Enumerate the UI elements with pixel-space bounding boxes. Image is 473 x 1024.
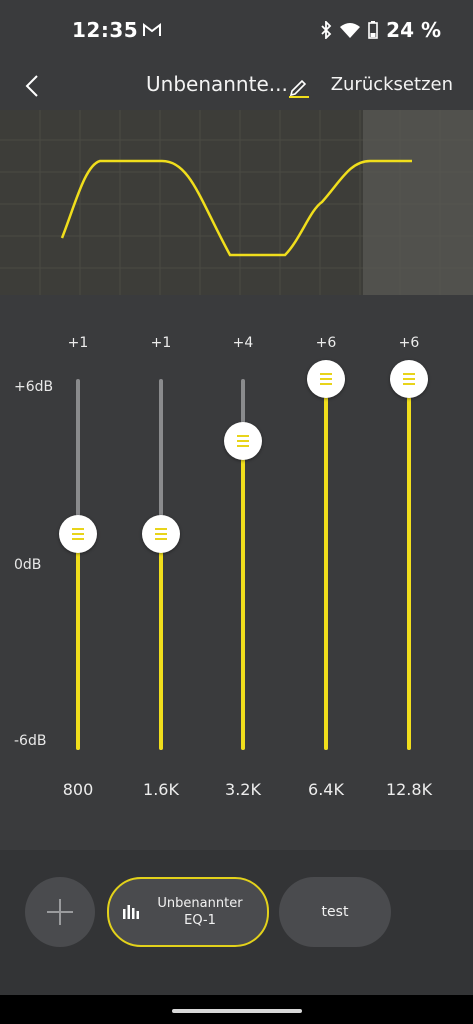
bluetooth-icon [321, 21, 332, 39]
preset-bar: Unbenannter EQ-1 test [0, 850, 473, 995]
eq-curve-graph [0, 110, 473, 295]
equalizer-bars-icon [123, 905, 139, 919]
band-gain-label: +1 [67, 335, 89, 351]
band-frequency-label: 800 [62, 780, 94, 799]
band-frequency-label: 12.8K [385, 780, 433, 799]
status-icons: 24 % [320, 18, 441, 42]
plus-icon [47, 899, 73, 925]
eq-curve-preview [0, 110, 473, 295]
db-label-bottom: -6dB [14, 733, 47, 749]
band-gain-label: +6 [398, 335, 420, 351]
band-gain-label: +4 [232, 335, 254, 351]
preset-active-label: Unbenannter EQ-1 [143, 895, 267, 929]
system-nav-bar [0, 995, 473, 1024]
band-gain-label: +6 [315, 335, 337, 351]
preset-active-line2: EQ-1 [184, 913, 216, 928]
band-slider-fill [76, 533, 80, 750]
status-time: 12:35 [72, 18, 139, 42]
band-frequency-label: 3.2K [225, 780, 261, 799]
db-label-middle: 0dB [14, 557, 42, 573]
band-frequency-label: 6.4K [308, 780, 344, 799]
preset-chip-active[interactable]: Unbenannter EQ-1 [107, 877, 269, 947]
band-frequency-label: 1.6K [143, 780, 179, 799]
band-slider-fill [407, 379, 411, 750]
band-slider-knob[interactable] [224, 421, 262, 460]
add-preset-button[interactable] [25, 877, 95, 947]
gmail-icon [143, 22, 161, 41]
band-slider-knob[interactable] [390, 360, 428, 398]
band-slider-fill [159, 533, 163, 750]
back-button[interactable] [14, 68, 50, 104]
equalizer-panel: +6dB 0dB -6dB +1 800 +1 1.6K +4 3.2K +6 6.4K +6 1… [0, 295, 473, 850]
reset-button[interactable]: Zurücksetzen [331, 74, 453, 95]
battery-percent: 24 % [386, 18, 441, 42]
db-label-top: +6dB [14, 379, 54, 395]
preset-chip-test[interactable]: test [279, 877, 391, 947]
equalizer-screen: 12:35 24 % Unbenannte... Zurücksetzen +6… [0, 0, 473, 1024]
band-gain-label: +1 [150, 335, 172, 351]
page-title: Unbenannte... [146, 72, 288, 96]
app-header: Unbenannte... Zurücksetzen [0, 62, 473, 110]
band-slider-knob[interactable] [59, 514, 97, 553]
band-slider-fill [324, 379, 328, 750]
battery-icon [368, 21, 378, 39]
nav-gesture-handle[interactable] [172, 1009, 302, 1013]
band-slider-knob[interactable] [142, 514, 180, 553]
band-slider-knob[interactable] [307, 360, 345, 398]
back-arrow-icon [25, 75, 38, 97]
wifi-icon [340, 23, 361, 38]
preset-active-line1: Unbenannter [157, 896, 243, 911]
status-bar: 12:35 24 % [0, 0, 473, 62]
band-slider-fill [241, 440, 245, 750]
edit-name-button[interactable] [287, 74, 311, 98]
edit-pencil-icon [289, 79, 309, 98]
